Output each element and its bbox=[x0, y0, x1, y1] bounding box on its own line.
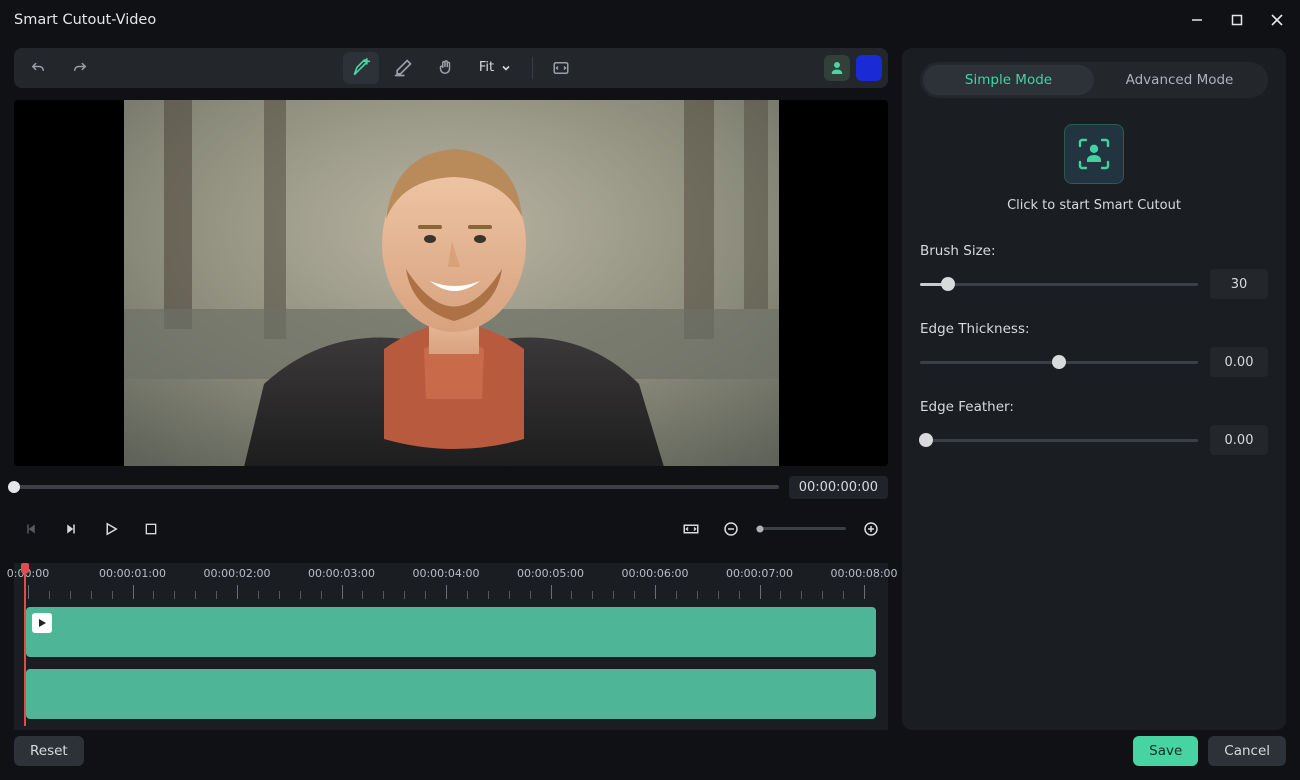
zoom-select[interactable]: Fit bbox=[469, 53, 522, 83]
titlebar: Smart Cutout-Video bbox=[0, 0, 1300, 40]
erase-brush-icon bbox=[393, 58, 413, 78]
tab-simple-mode[interactable]: Simple Mode bbox=[923, 65, 1094, 95]
audio-clip[interactable] bbox=[26, 669, 876, 719]
zoom-in-icon bbox=[862, 520, 880, 538]
redo-icon bbox=[71, 59, 89, 77]
brush-size-thumb[interactable] bbox=[941, 277, 955, 291]
fit-timeline-button[interactable] bbox=[674, 514, 708, 544]
footer: Reset Save Cancel bbox=[0, 730, 1300, 772]
undo-button[interactable] bbox=[20, 52, 56, 84]
edge-feather-slider[interactable] bbox=[920, 439, 1198, 442]
clip-stack bbox=[26, 607, 876, 719]
brush-size-label: Brush Size: bbox=[920, 243, 1268, 259]
close-button[interactable] bbox=[1268, 11, 1286, 29]
maximize-button[interactable] bbox=[1228, 11, 1246, 29]
clip-play-badge bbox=[32, 613, 52, 633]
add-brush-icon bbox=[351, 58, 371, 78]
chevron-down-icon bbox=[500, 62, 512, 74]
next-frame-icon bbox=[62, 520, 80, 538]
save-button[interactable]: Save bbox=[1133, 736, 1198, 766]
erase-brush-button[interactable] bbox=[385, 52, 421, 84]
stop-icon bbox=[143, 521, 159, 537]
fit-icon bbox=[682, 520, 700, 538]
edge-thickness-slider[interactable] bbox=[920, 361, 1198, 364]
stop-button[interactable] bbox=[134, 514, 168, 544]
brush-size-value[interactable]: 30 bbox=[1210, 269, 1268, 299]
time-label: 00:00:02:00 bbox=[203, 567, 270, 580]
edge-thickness-value[interactable]: 0.00 bbox=[1210, 347, 1268, 377]
edge-feather-value[interactable]: 0.00 bbox=[1210, 425, 1268, 455]
time-label: 00:00:03:00 bbox=[308, 567, 375, 580]
person-overlay-swatch[interactable] bbox=[824, 55, 850, 81]
timeline-zoom-thumb[interactable] bbox=[757, 525, 764, 532]
timeline-zoom-slider[interactable] bbox=[756, 527, 846, 530]
editor-toolbar: Fit bbox=[14, 48, 888, 88]
compare-icon bbox=[552, 59, 570, 77]
redo-button[interactable] bbox=[62, 52, 98, 84]
scrub-thumb[interactable] bbox=[8, 481, 20, 493]
prev-frame-icon bbox=[22, 520, 40, 538]
prev-frame-button[interactable] bbox=[14, 514, 48, 544]
hand-tool-button[interactable] bbox=[427, 52, 463, 84]
video-clip[interactable] bbox=[26, 607, 876, 657]
compare-button[interactable] bbox=[543, 52, 579, 84]
zoom-out-button[interactable] bbox=[714, 514, 748, 544]
timeline-zoom bbox=[714, 514, 888, 544]
zoom-label: Fit bbox=[479, 60, 494, 75]
scrub-track[interactable] bbox=[14, 485, 779, 489]
start-cutout-label: Click to start Smart Cutout bbox=[1007, 198, 1181, 213]
person-cutout-icon bbox=[1074, 134, 1114, 174]
video-preview[interactable] bbox=[14, 100, 888, 466]
start-cutout-button[interactable] bbox=[1064, 124, 1124, 184]
time-ruler[interactable]: 0:00:0000:00:01:0000:00:02:0000:00:03:00… bbox=[16, 567, 888, 601]
time-label: 00:00:05:00 bbox=[517, 567, 584, 580]
mode-tabs: Simple Mode Advanced Mode bbox=[920, 62, 1268, 98]
add-brush-button[interactable] bbox=[343, 52, 379, 84]
window-controls bbox=[1188, 11, 1286, 29]
tab-advanced-mode[interactable]: Advanced Mode bbox=[1094, 65, 1265, 95]
settings-panel: Simple Mode Advanced Mode Click to start… bbox=[902, 48, 1286, 730]
time-label: 00:00:01:00 bbox=[99, 567, 166, 580]
editor-pane: Fit bbox=[14, 48, 888, 730]
scrub-bar: 00:00:00:00 bbox=[14, 476, 888, 499]
play-icon bbox=[102, 520, 120, 538]
edge-thickness-label: Edge Thickness: bbox=[920, 321, 1268, 337]
timeline[interactable]: 0:00:0000:00:01:0000:00:02:0000:00:03:00… bbox=[14, 563, 888, 730]
preview-image bbox=[124, 100, 779, 466]
zoom-out-icon bbox=[722, 520, 740, 538]
next-frame-button[interactable] bbox=[54, 514, 88, 544]
start-cutout-box: Click to start Smart Cutout bbox=[920, 124, 1268, 213]
time-label: 00:00:06:00 bbox=[621, 567, 688, 580]
time-label: 00:00:04:00 bbox=[412, 567, 479, 580]
play-button[interactable] bbox=[94, 514, 128, 544]
brush-size-slider[interactable] bbox=[920, 283, 1198, 286]
background-color-swatch[interactable] bbox=[856, 55, 882, 81]
play-icon bbox=[37, 618, 47, 628]
playhead[interactable] bbox=[24, 565, 26, 726]
reset-button[interactable]: Reset bbox=[14, 736, 84, 766]
window-title: Smart Cutout-Video bbox=[14, 12, 156, 28]
transport-controls bbox=[14, 513, 888, 545]
undo-icon bbox=[29, 59, 47, 77]
edge-feather-label: Edge Feather: bbox=[920, 399, 1268, 415]
cancel-button[interactable]: Cancel bbox=[1208, 736, 1286, 766]
zoom-in-button[interactable] bbox=[854, 514, 888, 544]
time-label: 00:00:08:00 bbox=[830, 567, 897, 580]
hand-icon bbox=[436, 59, 454, 77]
time-label: 00:00:07:00 bbox=[726, 567, 793, 580]
edge-feather-thumb[interactable] bbox=[919, 433, 933, 447]
minimize-button[interactable] bbox=[1188, 11, 1206, 29]
edge-thickness-thumb[interactable] bbox=[1052, 355, 1066, 369]
person-icon bbox=[828, 59, 846, 77]
timecode-display: 00:00:00:00 bbox=[789, 476, 888, 499]
